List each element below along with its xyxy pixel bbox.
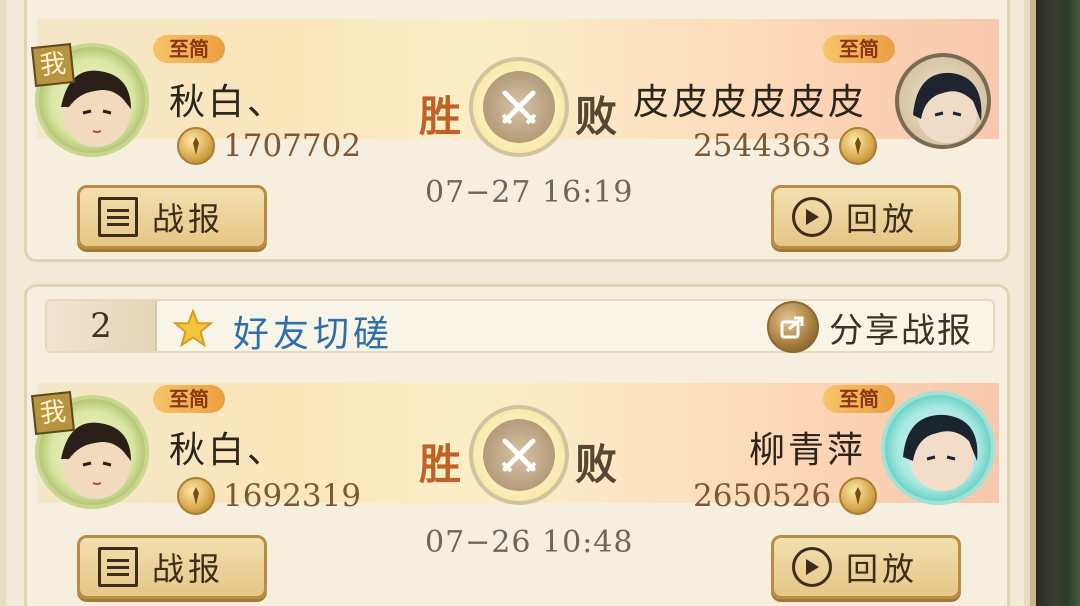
- versus-emblem: [469, 57, 569, 157]
- background-scenery: [1036, 0, 1080, 606]
- result-win: 胜: [419, 440, 462, 489]
- battle-report-label: 战报: [152, 200, 225, 238]
- star-icon: [172, 309, 214, 347]
- power-coin-icon: [177, 477, 215, 515]
- opponent-power-value: 2650526: [693, 478, 832, 514]
- battle-record-card: 我 至简 秋白、 1707702 胜 败 07−27 16:19 至简 皮皮皮皮…: [24, 0, 1010, 262]
- replay-button[interactable]: 回放: [771, 185, 961, 249]
- opponent-name: 皮皮皮皮皮皮: [633, 82, 868, 123]
- player-power-value: 1692319: [223, 478, 362, 514]
- opponent-power: 2544363: [693, 127, 878, 165]
- report-list-icon: [98, 547, 138, 587]
- report-list-icon: [98, 197, 138, 237]
- replay-label: 回放: [846, 550, 919, 588]
- battle-record-card: 2 好友切磋 分享战报 我 至简 秋白、 1692319 胜 败 07−26 1…: [24, 284, 1010, 606]
- power-coin-icon: [839, 127, 878, 165]
- crossed-swords-icon: [501, 90, 537, 125]
- result-lose: 败: [575, 92, 618, 141]
- record-rank: 2: [47, 301, 157, 351]
- player-name: 秋白、: [169, 82, 287, 123]
- opponent-rank-tag: 至简: [823, 385, 895, 413]
- battle-report-label: 战报: [152, 550, 225, 588]
- me-badge: 我: [31, 391, 75, 435]
- me-badge: 我: [31, 43, 75, 87]
- rank-tag: 至简: [153, 385, 225, 413]
- player-power: 1707702: [177, 127, 361, 165]
- share-report-button[interactable]: 分享战报: [767, 301, 973, 353]
- record-title: 好友切磋: [233, 314, 394, 355]
- player-power: 1692319: [177, 477, 361, 515]
- power-coin-icon: [839, 477, 878, 515]
- result-win: 胜: [419, 92, 462, 141]
- opponent-avatar[interactable]: [881, 391, 995, 505]
- opponent-name: 柳青萍: [749, 430, 867, 471]
- replay-label: 回放: [846, 200, 919, 238]
- opponent-power-value: 2544363: [693, 128, 832, 164]
- rank-tag: 至简: [153, 35, 225, 63]
- player-power-value: 1707702: [223, 128, 362, 164]
- battle-report-button[interactable]: 战报: [77, 185, 267, 249]
- power-coin-icon: [177, 127, 215, 165]
- share-report-label: 分享战报: [829, 310, 973, 351]
- battle-report-button[interactable]: 战报: [77, 535, 267, 599]
- play-icon: [792, 197, 832, 237]
- crossed-swords-icon: [501, 438, 537, 473]
- record-header: 2 好友切磋 分享战报: [45, 299, 995, 355]
- battle-time: 07−26 10:48: [425, 525, 634, 560]
- result-lose: 败: [575, 440, 618, 489]
- replay-button[interactable]: 回放: [771, 535, 961, 599]
- opponent-rank-tag: 至简: [823, 35, 895, 63]
- player-name: 秋白、: [169, 430, 287, 471]
- play-icon: [792, 547, 832, 587]
- battle-time: 07−27 16:19: [425, 175, 634, 210]
- share-icon: [767, 301, 819, 353]
- versus-emblem: [469, 405, 569, 505]
- opponent-power: 2650526: [693, 477, 878, 515]
- opponent-avatar[interactable]: [895, 53, 991, 149]
